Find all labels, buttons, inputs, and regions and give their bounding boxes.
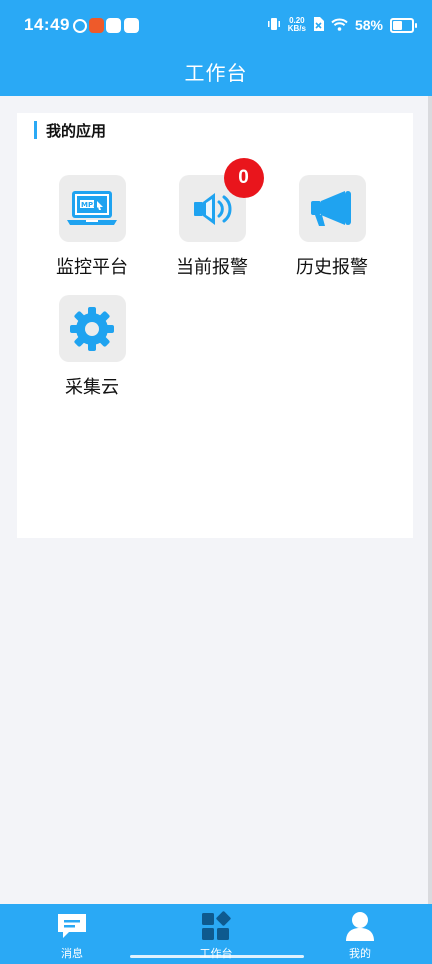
my-apps-card: 我的应用 MP3 监控平台 0 当前报警 历史报警 采集云 xyxy=(17,113,413,538)
nav-item-messages[interactable]: 消息 xyxy=(27,910,117,961)
user-icon xyxy=(315,910,405,942)
nav-item-profile[interactable]: 我的 xyxy=(315,910,405,961)
status-right: 0.20 KB/s 58% xyxy=(267,14,417,36)
message-icon xyxy=(27,910,117,942)
net-speed-unit: KB/s xyxy=(287,24,306,33)
nav-label: 我的 xyxy=(349,947,371,960)
svg-text:MP3: MP3 xyxy=(81,201,98,209)
megaphone-icon xyxy=(298,175,366,242)
net-speed: 0.20 KB/s xyxy=(288,17,306,33)
page-title: 工作台 xyxy=(184,61,248,85)
sync-icon xyxy=(73,19,87,33)
clock: 14:49 xyxy=(24,15,70,34)
app-monitor-platform[interactable]: MP3 监控平台 xyxy=(32,175,152,279)
mp3-laptop-icon: MP3 xyxy=(58,175,126,242)
app-alarm-history[interactable]: 历史报警 xyxy=(272,175,392,279)
gear-icon xyxy=(58,295,126,362)
battery-percent: 58% xyxy=(354,17,383,33)
dashboard-icon xyxy=(171,910,261,942)
app-label: 采集云 xyxy=(65,377,119,398)
app-label: 历史报警 xyxy=(296,257,368,278)
section-accent-bar xyxy=(34,121,37,139)
scroll-track xyxy=(428,96,432,904)
app-header: 14:49 0.20 KB/s 58% 工作台 xyxy=(0,0,432,96)
alarm-count-badge: 0 xyxy=(223,158,264,198)
status-bar: 14:49 0.20 KB/s 58% xyxy=(0,0,432,52)
section-title: 我的应用 xyxy=(46,121,107,140)
speaker-icon: 0 xyxy=(178,158,264,242)
app-notification-icon xyxy=(89,18,104,33)
mail-notification-icon xyxy=(124,18,139,33)
app-label: 当前报警 xyxy=(176,257,248,278)
battery-icon xyxy=(390,17,417,33)
app-current-alarms[interactable]: 0 当前报警 xyxy=(152,158,272,279)
section-header: 我的应用 xyxy=(34,121,107,140)
vibrate-icon xyxy=(267,16,281,35)
nav-label: 消息 xyxy=(61,947,83,960)
nav-label: 工作台 xyxy=(199,947,233,960)
app-collection-cloud[interactable]: 采集云 xyxy=(32,295,152,399)
no-sim-icon xyxy=(313,16,324,35)
workbench-screen: 14:49 0.20 KB/s 58% 工作台 我的应用 MP3 监控平台 0 … xyxy=(0,0,432,964)
home-indicator[interactable] xyxy=(130,955,304,958)
chat-notification-icon xyxy=(106,18,121,33)
nav-item-workbench[interactable]: 工作台 xyxy=(171,910,261,961)
wifi-icon xyxy=(331,16,348,35)
app-label: 监控平台 xyxy=(56,257,128,278)
